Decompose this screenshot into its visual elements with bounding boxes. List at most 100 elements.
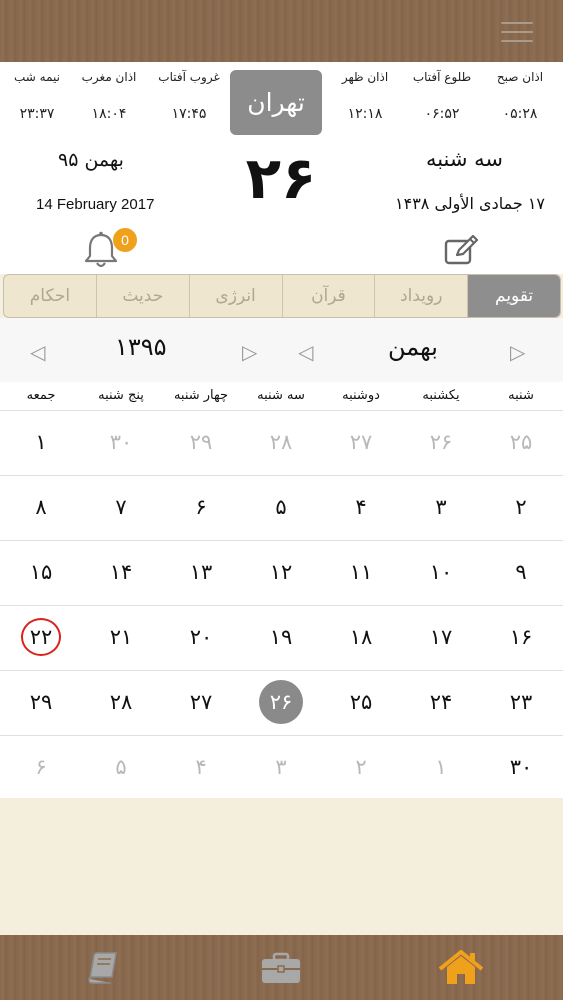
today-weekday: سه شنبه (425, 147, 503, 171)
day-cell[interactable]: ۱ (401, 735, 481, 799)
prayer-name: اذان صبح (496, 70, 544, 84)
day-number: ۱۲ (269, 560, 293, 584)
year-prev-arrow-icon[interactable]: ▷ (242, 340, 257, 364)
day-number: ۲۹ (189, 430, 213, 454)
day-number: ۱۵ (29, 560, 53, 584)
day-number: ۱ (435, 755, 447, 779)
day-number: ۲۰ (189, 625, 213, 649)
day-cell[interactable]: ۳۰ (481, 735, 561, 799)
edit-note-icon[interactable] (440, 232, 484, 268)
day-cell[interactable]: ۱۱ (321, 540, 401, 604)
day-cell[interactable]: ۲۳ (481, 670, 561, 734)
day-number: ۸ (35, 495, 47, 519)
day-cell[interactable]: ۴ (321, 475, 401, 539)
prayer-name: اذان مغرب (81, 70, 137, 84)
day-cell[interactable]: ۲۵ (321, 670, 401, 734)
day-number: ۲۴ (429, 690, 453, 714)
day-cell[interactable]: ۸ (1, 475, 81, 539)
prayer-maghrib: اذان مغرب ۱۸:۰۴ (70, 70, 148, 122)
day-cell[interactable]: ۲۸ (81, 670, 161, 734)
day-cell[interactable]: ۱۳ (161, 540, 241, 604)
day-number: ۶ (195, 495, 207, 519)
day-cell[interactable]: ۲۰ (161, 605, 241, 669)
tab-hadith[interactable]: حدیث (95, 275, 189, 317)
day-cell[interactable]: ۱۵ (1, 540, 81, 604)
tab-calendar[interactable]: تقویم (467, 275, 560, 317)
weekday-header: شنبه (508, 388, 534, 403)
day-number: ۶ (35, 755, 47, 779)
month-prev-arrow-icon[interactable]: ▷ (510, 340, 525, 364)
day-cell[interactable]: ۶ (161, 475, 241, 539)
today-day-number: ۲۶ (245, 144, 317, 212)
weekday-header: چهار شنبه (173, 388, 229, 403)
day-cell[interactable]: ۱۴ (81, 540, 161, 604)
day-cell-marked[interactable]: ۲۲ (1, 605, 81, 669)
weekday-header: سه شنبه (257, 388, 305, 403)
day-cell[interactable]: ۱۲ (241, 540, 321, 604)
tab-events[interactable]: رویداد (374, 275, 467, 317)
tab-energy[interactable]: انرژی (188, 275, 282, 317)
day-cell[interactable]: ۱۹ (241, 605, 321, 669)
month-next-arrow-icon[interactable]: ◁ (298, 340, 313, 364)
day-cell[interactable]: ۲ (321, 735, 401, 799)
day-number: ۳ (435, 495, 447, 519)
prayer-sunset: غروب آفتاب ۱۷:۴۵ (150, 70, 228, 122)
city-button[interactable]: تهران (230, 70, 322, 135)
day-cell[interactable]: ۲۷ (321, 410, 401, 474)
day-number: ۱۱ (349, 560, 373, 584)
day-number: ۴ (355, 495, 367, 519)
bottom-nav-bar (0, 935, 563, 1000)
day-cell[interactable]: ۲۹ (1, 670, 81, 734)
day-cell[interactable]: ۳ (401, 475, 481, 539)
day-number: ۳ (275, 755, 287, 779)
day-cell[interactable]: ۱ (1, 410, 81, 474)
weekday-header: جمعه (26, 388, 56, 403)
day-cell[interactable]: ۳ (241, 735, 321, 799)
weekday-header: یکشنبه (422, 388, 460, 403)
prayer-midnight: نیمه شب ۲۳:۳۷ (0, 70, 76, 122)
year-next-arrow-icon[interactable]: ◁ (30, 340, 45, 364)
tab-quran[interactable]: قرآن (281, 275, 375, 317)
day-number: ۹ (515, 560, 527, 584)
day-cell[interactable]: ۹ (481, 540, 561, 604)
day-number: ۲۷ (189, 690, 213, 714)
day-number: ۱۸ (349, 625, 373, 649)
book-icon[interactable] (80, 949, 124, 987)
day-number: ۲۸ (109, 690, 133, 714)
day-cell[interactable]: ۲۹ (161, 410, 241, 474)
day-cell[interactable]: ۲۴ (401, 670, 481, 734)
day-cell[interactable]: ۱۸ (321, 605, 401, 669)
day-cell[interactable]: ۱۰ (401, 540, 481, 604)
day-cell[interactable]: ۷ (81, 475, 161, 539)
day-cell-today[interactable]: ۲۶ (241, 670, 321, 734)
day-cell[interactable]: ۲۵ (481, 410, 561, 474)
day-cell[interactable]: ۱۷ (401, 605, 481, 669)
home-icon[interactable] (437, 949, 484, 987)
prayer-sunrise: طلوع آفتاب ۰۶:۵۲ (403, 70, 481, 122)
day-number: ۲ (515, 495, 527, 519)
calendar-grid: شنبه یکشنبه دوشنبه سه شنبه چهار شنبه پنج شنبه… (0, 382, 563, 801)
day-cell[interactable]: ۲ (481, 475, 561, 539)
day-cell[interactable]: ۵ (241, 475, 321, 539)
briefcase-icon[interactable] (259, 949, 303, 987)
day-cell[interactable]: ۲۶ (401, 410, 481, 474)
day-number: ۲۸ (269, 430, 293, 454)
day-number: ۵ (115, 755, 127, 779)
day-cell[interactable]: ۴ (161, 735, 241, 799)
prayer-time: ۱۸:۰۴ (91, 106, 127, 122)
day-cell[interactable]: ۲۸ (241, 410, 321, 474)
day-cell[interactable]: ۵ (81, 735, 161, 799)
day-number: ۲۲ (21, 618, 61, 656)
day-cell[interactable]: ۱۶ (481, 605, 561, 669)
content-filler (0, 798, 563, 935)
day-cell[interactable]: ۲۱ (81, 605, 161, 669)
hamburger-menu-icon[interactable] (501, 22, 533, 44)
prayer-name: غروب آفتاب (158, 70, 220, 84)
day-cell[interactable]: ۲۷ (161, 670, 241, 734)
top-bar (0, 0, 563, 62)
day-cell[interactable]: ۳۰ (81, 410, 161, 474)
day-cell[interactable]: ۶ (1, 735, 81, 799)
tab-rulings[interactable]: احکام (4, 275, 96, 317)
day-number: ۴ (195, 755, 207, 779)
day-number: ۳۰ (509, 755, 533, 779)
